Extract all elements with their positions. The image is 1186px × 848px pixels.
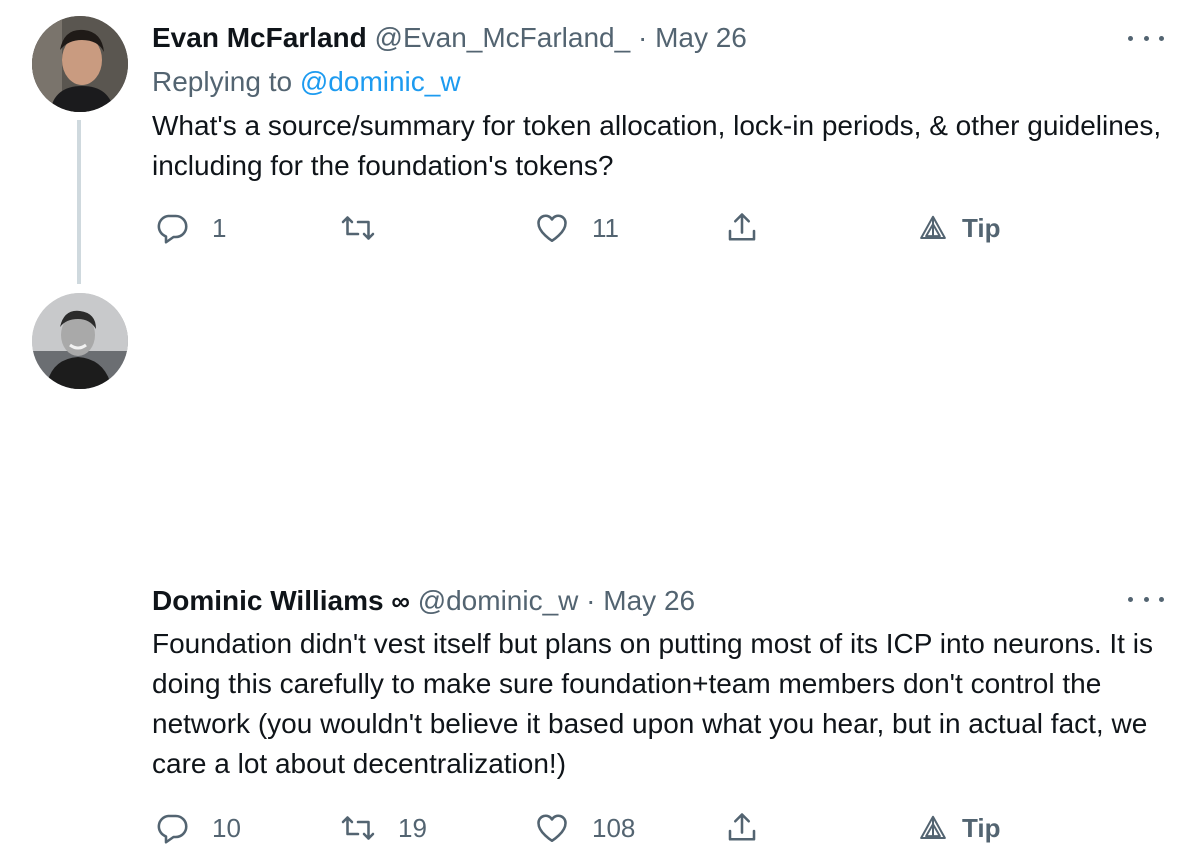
avatar[interactable] — [32, 293, 128, 389]
tweet-dominic[interactable]: Dominic Williams ∞ @dominic_w · May 26 F… — [0, 285, 1186, 844]
tweet-date[interactable]: May 26 — [655, 22, 747, 53]
share-button[interactable] — [724, 808, 760, 848]
reply-icon — [157, 814, 188, 844]
retweet-button[interactable] — [340, 208, 398, 248]
tweet-header: Evan McFarland @Evan_McFarland_ · May 26 — [152, 20, 747, 56]
reply-count: 1 — [212, 212, 227, 243]
tip-label: Tip — [962, 812, 1001, 843]
tweet-actions: 10 19 108 Tip — [0, 808, 1186, 848]
author-name[interactable]: Evan McFarland — [152, 22, 367, 53]
reply-button[interactable]: 10 — [154, 808, 241, 848]
author-symbol: ∞ — [391, 586, 410, 616]
mention-link[interactable]: @dominic_w — [300, 66, 461, 97]
heart-icon — [537, 214, 567, 243]
share-icon — [728, 813, 756, 841]
like-count: 108 — [592, 812, 636, 843]
tweet-actions: 1 11 Tip — [0, 208, 1186, 248]
tip-icon — [920, 215, 946, 239]
retweet-icon — [341, 216, 375, 240]
author-handle[interactable]: @dominic_w — [418, 585, 579, 616]
tweet-date[interactable]: May 26 — [603, 585, 695, 616]
retweet-button[interactable]: 19 — [340, 808, 427, 848]
reply-count: 10 — [212, 812, 241, 843]
retweet-count: 19 — [398, 812, 427, 843]
author-name[interactable]: Dominic Williams — [152, 585, 384, 616]
tweet-text: Foundation didn't vest itself but plans … — [152, 628, 1153, 779]
share-icon — [728, 213, 756, 241]
heart-icon — [537, 814, 567, 843]
tip-icon — [920, 815, 946, 839]
share-button[interactable] — [724, 208, 760, 248]
replying-to: Replying to @dominic_w — [152, 64, 461, 100]
separator: · — [637, 22, 648, 53]
avatar-photo — [32, 16, 128, 112]
more-icon[interactable] — [1128, 28, 1164, 48]
tip-button[interactable]: Tip — [918, 808, 1001, 848]
tweet-text: What's a source/summary for token alloca… — [152, 110, 1162, 181]
reply-icon — [157, 214, 188, 244]
thread-line — [77, 120, 81, 284]
like-button[interactable]: 11 — [534, 208, 619, 248]
retweet-icon — [341, 816, 375, 840]
avatar-photo — [32, 293, 128, 389]
avatar[interactable] — [32, 16, 128, 112]
more-icon[interactable] — [1128, 589, 1164, 609]
tip-button[interactable]: Tip — [918, 208, 1001, 248]
tweet-header: Dominic Williams ∞ @dominic_w · May 26 — [152, 583, 695, 619]
reply-button[interactable]: 1 — [154, 208, 226, 248]
replying-prefix: Replying to — [152, 66, 293, 97]
tweet-evan[interactable]: Evan McFarland @Evan_McFarland_ · May 26… — [0, 0, 1186, 285]
author-handle[interactable]: @Evan_McFarland_ — [375, 22, 631, 53]
like-count: 11 — [592, 212, 619, 243]
tip-label: Tip — [962, 212, 1001, 243]
separator: · — [586, 585, 596, 616]
like-button[interactable]: 108 — [534, 808, 635, 848]
